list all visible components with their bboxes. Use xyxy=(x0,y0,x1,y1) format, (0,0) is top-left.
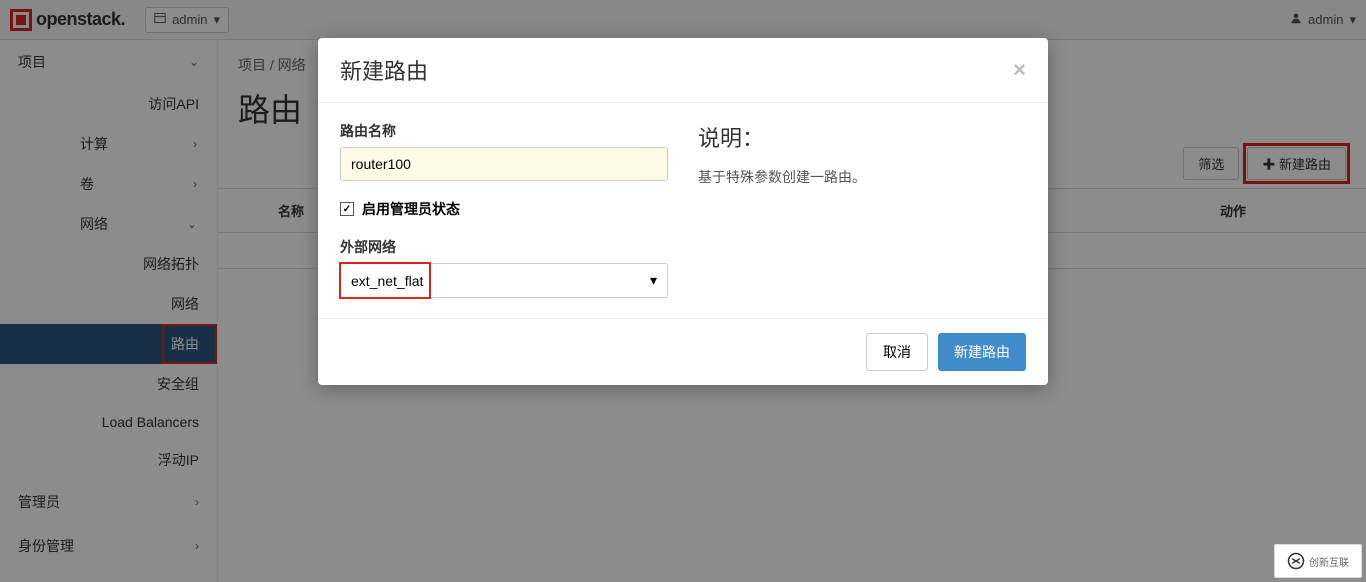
router-name-input[interactable] xyxy=(340,147,668,181)
admin-state-label: 启用管理员状态 xyxy=(362,199,460,219)
external-network-value: ext_net_flat xyxy=(351,273,423,289)
modal-footer: 取消 新建路由 xyxy=(318,318,1048,385)
checkmark-icon: ✓ xyxy=(340,202,354,216)
external-network-select[interactable]: ext_net_flat ▾ xyxy=(340,263,668,298)
description-title: 说明： xyxy=(698,121,1026,153)
create-router-modal: 新建路由 × 路由名称 ✓ 启用管理员状态 外部网络 ext_net_flat … xyxy=(318,38,1048,385)
submit-button[interactable]: 新建路由 xyxy=(938,333,1026,371)
modal-header: 新建路由 × xyxy=(318,38,1048,103)
watermark-icon xyxy=(1287,552,1305,570)
modal-title: 新建路由 xyxy=(340,54,428,86)
label-external-network: 外部网络 xyxy=(340,237,668,257)
caret-down-icon: ▾ xyxy=(650,272,657,289)
close-icon[interactable]: × xyxy=(1013,57,1026,83)
modal-form: 路由名称 ✓ 启用管理员状态 外部网络 ext_net_flat ▾ xyxy=(340,121,668,298)
label-router-name: 路由名称 xyxy=(340,121,668,141)
router-name-field-wrap xyxy=(340,147,668,181)
modal-body: 路由名称 ✓ 启用管理员状态 外部网络 ext_net_flat ▾ 说明： 基… xyxy=(318,103,1048,318)
modal-description: 说明： 基于特殊参数创建一路由。 xyxy=(698,121,1026,298)
watermark-text: 创新互联 xyxy=(1309,554,1349,569)
watermark-logo: 创新互联 xyxy=(1274,544,1362,578)
description-text: 基于特殊参数创建一路由。 xyxy=(698,167,1026,187)
admin-state-checkbox[interactable]: ✓ 启用管理员状态 xyxy=(340,199,668,219)
cancel-button[interactable]: 取消 xyxy=(866,333,928,371)
